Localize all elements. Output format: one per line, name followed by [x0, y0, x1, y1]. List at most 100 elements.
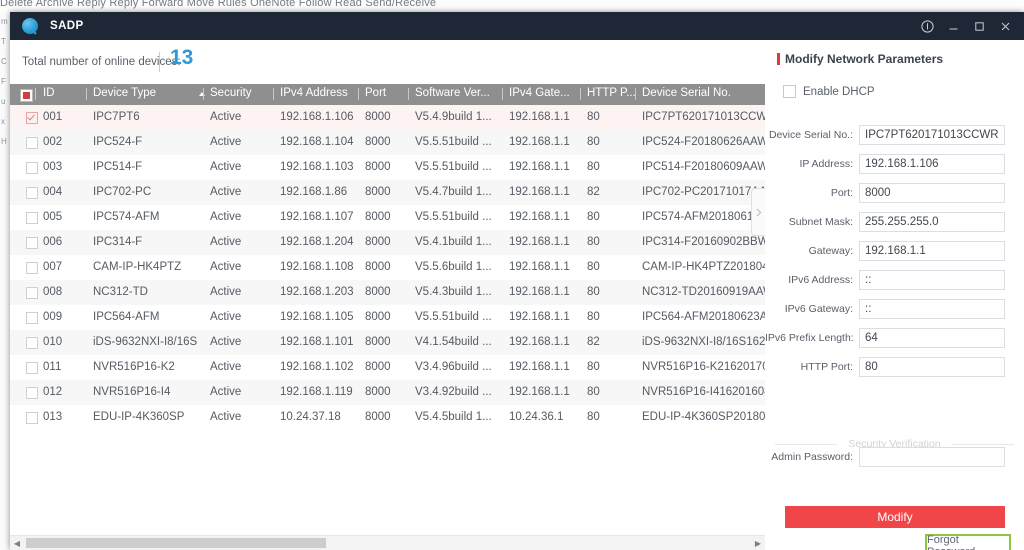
- table-row[interactable]: 007 CAM-IP-HK4PTZ Active 192.168.1.108 8000 V…: [10, 255, 765, 280]
- minimize-icon[interactable]: [940, 12, 966, 40]
- cell-http: 80: [587, 136, 600, 148]
- table-row[interactable]: 004 IPC702-PC Active 192.168.1.86 8000 V5.4.7…: [10, 180, 765, 205]
- cell-gate: 192.168.1.1: [509, 136, 570, 148]
- column-separator[interactable]: [273, 88, 274, 100]
- table-row[interactable]: 008 NC312-TD Active 192.168.1.203 8000 V5.4.3…: [10, 280, 765, 305]
- row-checkbox[interactable]: [26, 362, 38, 374]
- total-devices-label: Total number of online devices:: [22, 56, 181, 68]
- table-row[interactable]: 002 IPC524-F Active 192.168.1.104 8000 V5.5.5…: [10, 130, 765, 155]
- forgot-password-link[interactable]: Forgot Password: [927, 534, 1009, 550]
- row-checkbox[interactable]: [26, 412, 38, 424]
- background-app-strip-text: Delete Archive Reply Reply Forward Move …: [0, 0, 437, 9]
- field-input-gateway[interactable]: [859, 241, 1005, 261]
- column-separator[interactable]: [358, 88, 359, 100]
- column-separator[interactable]: [203, 88, 204, 100]
- table-row[interactable]: 001 IPC7PT6 Active 192.168.1.106 8000 V5.4.9b…: [10, 105, 765, 130]
- row-checkbox[interactable]: [26, 212, 38, 224]
- horizontal-scrollbar-thumb[interactable]: [26, 538, 326, 548]
- cell-ipv4: 192.168.1.204: [280, 236, 354, 248]
- field-input-ipv6gw[interactable]: [859, 299, 1005, 319]
- table-row[interactable]: 013 EDU-IP-4K360SP Active 10.24.37.18 8000 V5…: [10, 405, 765, 430]
- cell-type: IPC574-AFM: [93, 211, 160, 223]
- column-header-security[interactable]: Security: [210, 87, 252, 99]
- column-separator[interactable]: [408, 88, 409, 100]
- cell-gate: 192.168.1.1: [509, 111, 570, 123]
- row-checkbox[interactable]: [26, 312, 38, 324]
- sort-ascending-icon[interactable]: [199, 92, 205, 96]
- background-left-item: m: [1, 17, 8, 26]
- column-header-http[interactable]: HTTP P...: [587, 87, 636, 99]
- field-label-mask: Subnet Mask:: [788, 216, 853, 228]
- table-row[interactable]: 006 IPC314-F Active 192.168.1.204 8000 V5.4.1…: [10, 230, 765, 255]
- background-left-item: H: [1, 137, 7, 146]
- panel-collapse-handle[interactable]: [751, 188, 765, 236]
- column-header-ipv4[interactable]: IPv4 Address: [280, 87, 348, 99]
- column-header-gate[interactable]: IPv4 Gate...: [509, 87, 570, 99]
- maximize-icon[interactable]: [966, 12, 992, 40]
- row-checkbox[interactable]: [26, 262, 38, 274]
- field-input-mask[interactable]: [859, 212, 1005, 232]
- row-checkbox[interactable]: [26, 387, 38, 399]
- row-checkbox[interactable]: [26, 187, 38, 199]
- column-header-swver[interactable]: Software Ver...: [415, 87, 490, 99]
- field-input-httpport[interactable]: [859, 357, 1005, 377]
- cell-ipv4: 192.168.1.104: [280, 136, 354, 148]
- field-input-ip[interactable]: [859, 154, 1005, 174]
- cell-serial: IPC574-AFM20180611AA: [642, 211, 766, 223]
- cell-security: Active: [210, 411, 242, 423]
- column-separator[interactable]: [502, 88, 503, 100]
- select-all-checkbox[interactable]: [20, 89, 33, 102]
- table-body: 001 IPC7PT6 Active 192.168.1.106 8000 V5.4.9b…: [10, 105, 765, 430]
- info-icon[interactable]: [914, 12, 940, 40]
- column-header-port[interactable]: Port: [365, 87, 386, 99]
- close-icon[interactable]: [992, 12, 1018, 40]
- cell-gate: 192.168.1.1: [509, 261, 570, 273]
- cell-http: 82: [587, 186, 600, 198]
- cell-type: IPC524-F: [93, 136, 143, 148]
- column-header-id[interactable]: ID: [43, 87, 55, 99]
- modify-button[interactable]: Modify: [785, 506, 1005, 528]
- cell-gate: 10.24.36.1: [509, 411, 564, 423]
- triangle-right-icon[interactable]: ▶: [751, 536, 765, 550]
- cell-gate: 192.168.1.1: [509, 186, 570, 198]
- row-checkbox[interactable]: [26, 237, 38, 249]
- cell-port: 8000: [365, 236, 391, 248]
- column-separator[interactable]: [580, 88, 581, 100]
- cell-port: 8000: [365, 411, 391, 423]
- table-row[interactable]: 011 NVR516P16-K2 Active 192.168.1.102 8000 V3…: [10, 355, 765, 380]
- row-checkbox[interactable]: [26, 337, 38, 349]
- column-separator[interactable]: [635, 88, 636, 100]
- field-label-port: Port:: [830, 187, 853, 199]
- cell-swver: V5.5.6build 1...: [415, 261, 492, 273]
- field-input-port[interactable]: [859, 183, 1005, 203]
- table-row[interactable]: 012 NVR516P16-I4 Active 192.168.1.119 8000 V3…: [10, 380, 765, 405]
- cell-http: 80: [587, 261, 600, 273]
- column-header-type[interactable]: Device Type: [93, 87, 156, 99]
- cell-swver: V3.4.92build ...: [415, 386, 492, 398]
- triangle-left-icon[interactable]: ◀: [10, 536, 24, 550]
- row-checkbox[interactable]: [26, 137, 38, 149]
- cell-port: 8000: [365, 386, 391, 398]
- table-row[interactable]: 010 iDS-9632NXI-I8/16S Active 192.168.1.101…: [10, 330, 765, 355]
- enable-dhcp-row[interactable]: Enable DHCP: [783, 85, 875, 98]
- table-row[interactable]: 003 IPC514-F Active 192.168.1.103 8000 V5.5.5…: [10, 155, 765, 180]
- row-checkbox[interactable]: [26, 287, 38, 299]
- field-label-ip: IP Address:: [799, 158, 853, 170]
- column-header-serial[interactable]: Device Serial No.: [642, 87, 731, 99]
- table-row[interactable]: 009 IPC564-AFM Active 192.168.1.105 8000 V5.5…: [10, 305, 765, 330]
- field-row-mask: Subnet Mask:: [765, 212, 1024, 234]
- forgot-password-highlight[interactable]: Forgot Password: [925, 534, 1011, 550]
- row-checkbox[interactable]: [26, 162, 38, 174]
- row-checkbox[interactable]: [26, 112, 38, 124]
- table-row[interactable]: 005 IPC574-AFM Active 192.168.1.107 8000 V5.5…: [10, 205, 765, 230]
- cell-serial: IPC314-F20160902BBWR: [642, 236, 766, 248]
- field-row-gateway: Gateway:: [765, 241, 1024, 263]
- column-separator[interactable]: [86, 88, 87, 100]
- field-input-ipv6prefix[interactable]: [859, 328, 1005, 348]
- field-input-serial[interactable]: [859, 125, 1005, 145]
- enable-dhcp-checkbox[interactable]: [783, 85, 796, 98]
- field-input-ipv6addr[interactable]: [859, 270, 1005, 290]
- column-separator[interactable]: [35, 88, 36, 100]
- horizontal-scrollbar[interactable]: ◀ ▶: [10, 535, 765, 550]
- admin-password-input[interactable]: [859, 447, 1005, 467]
